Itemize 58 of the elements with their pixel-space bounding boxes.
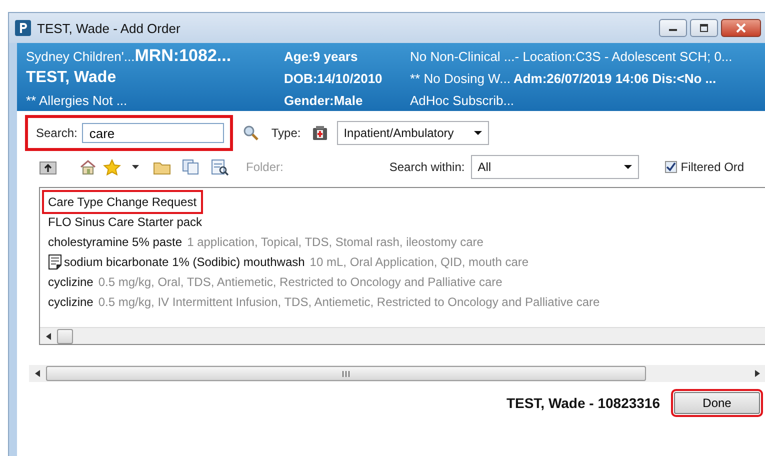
result-item[interactable]: cyclizine 0.5 mg/kg, Oral, TDS, Antiemetic, Restricted to Oncology and Palliative care bbox=[42, 272, 508, 292]
search-within-value: All bbox=[478, 160, 492, 174]
filtered-orders-checkbox[interactable]: Filtered Ord bbox=[664, 160, 744, 174]
scroll-left-icon[interactable] bbox=[46, 332, 51, 340]
maximize-button[interactable] bbox=[690, 19, 718, 37]
copy-icon[interactable] bbox=[182, 159, 200, 175]
done-button[interactable]: Done bbox=[674, 392, 760, 414]
search-within-dropdown[interactable]: All bbox=[470, 155, 639, 179]
note-icon bbox=[48, 254, 62, 270]
caret-icon bbox=[474, 130, 482, 136]
home-icon[interactable] bbox=[79, 159, 97, 175]
dosing-text: ** No Dosing W... bbox=[410, 70, 510, 86]
result-item[interactable]: Care Type Change Request bbox=[42, 190, 203, 214]
mrn-text: MRN:1082... bbox=[134, 46, 232, 66]
grip-icon bbox=[342, 370, 350, 376]
app-logo-icon bbox=[15, 20, 31, 36]
caret-icon[interactable] bbox=[132, 165, 139, 169]
horizontal-scrollbar[interactable] bbox=[40, 327, 765, 344]
facility-text: Sydney Children'... bbox=[26, 48, 135, 64]
close-button[interactable] bbox=[721, 19, 761, 37]
location-text: - Location:C3S - Adolescent SCH; 0... bbox=[514, 48, 732, 64]
window-title: TEST, Wade - Add Order bbox=[37, 20, 180, 36]
result-item[interactable]: cholestyramine 5% paste 1 application, Topical, TDS, Stomal rash, ileostomy care bbox=[42, 232, 490, 252]
type-value: Inpatient/Ambulatory bbox=[344, 126, 454, 140]
folder-up-icon[interactable] bbox=[39, 159, 57, 175]
patient-id-text: TEST, Wade - 10823316 bbox=[506, 395, 660, 411]
result-item[interactable]: cyclizine 0.5 mg/kg, IV Intermittent Infusion, TDS, Antiemetic, Restricted to Oncology and Palliative care bbox=[42, 292, 606, 312]
search-within-label: Search within: bbox=[389, 160, 465, 174]
folder-label: Folder: bbox=[246, 160, 284, 174]
dob-text: DOB:14/10/2010 bbox=[284, 70, 382, 86]
scroll-right-icon[interactable] bbox=[755, 370, 760, 377]
result-item[interactable]: FLO Sinus Care Starter pack bbox=[42, 212, 208, 232]
patient-name: TEST, Wade bbox=[26, 69, 116, 87]
subscription-text: AdHoc Subscrib... bbox=[410, 92, 514, 108]
search-field[interactable]: care bbox=[82, 123, 224, 143]
scroll-left-icon[interactable] bbox=[35, 370, 40, 377]
search-label: Search: bbox=[36, 126, 78, 140]
checkmark-icon bbox=[666, 162, 676, 172]
type-dropdown[interactable]: Inpatient/Ambulatory bbox=[336, 121, 489, 145]
admission-text: Adm:26/07/2019 14:06 Dis:<No ... bbox=[513, 70, 716, 86]
minimize-button[interactable] bbox=[659, 19, 687, 37]
age-text: Age:9 years bbox=[284, 48, 358, 64]
star-icon[interactable] bbox=[103, 158, 121, 176]
caret-icon bbox=[624, 164, 632, 170]
gender-text: Gender:Male bbox=[284, 92, 363, 108]
clinical-text: No Non-Clinical ... bbox=[410, 48, 515, 64]
scroll-thumb[interactable] bbox=[46, 366, 646, 381]
horizontal-scrollbar[interactable] bbox=[29, 365, 765, 382]
result-item[interactable]: sodium bicarbonate 1% (Sodibic) mouthwash 10 mL, Oral Application, QID, mouth care bbox=[42, 252, 535, 272]
allergies-text: ** Allergies Not ... bbox=[26, 92, 128, 108]
close-icon bbox=[735, 23, 747, 33]
folder-icon[interactable] bbox=[153, 160, 171, 174]
scroll-thumb[interactable] bbox=[57, 328, 73, 344]
type-label: Type: bbox=[271, 126, 301, 140]
document-search-icon[interactable] bbox=[211, 158, 229, 176]
medical-kit-icon bbox=[310, 124, 329, 142]
maximize-icon bbox=[699, 24, 709, 32]
search-icon[interactable] bbox=[243, 125, 260, 141]
